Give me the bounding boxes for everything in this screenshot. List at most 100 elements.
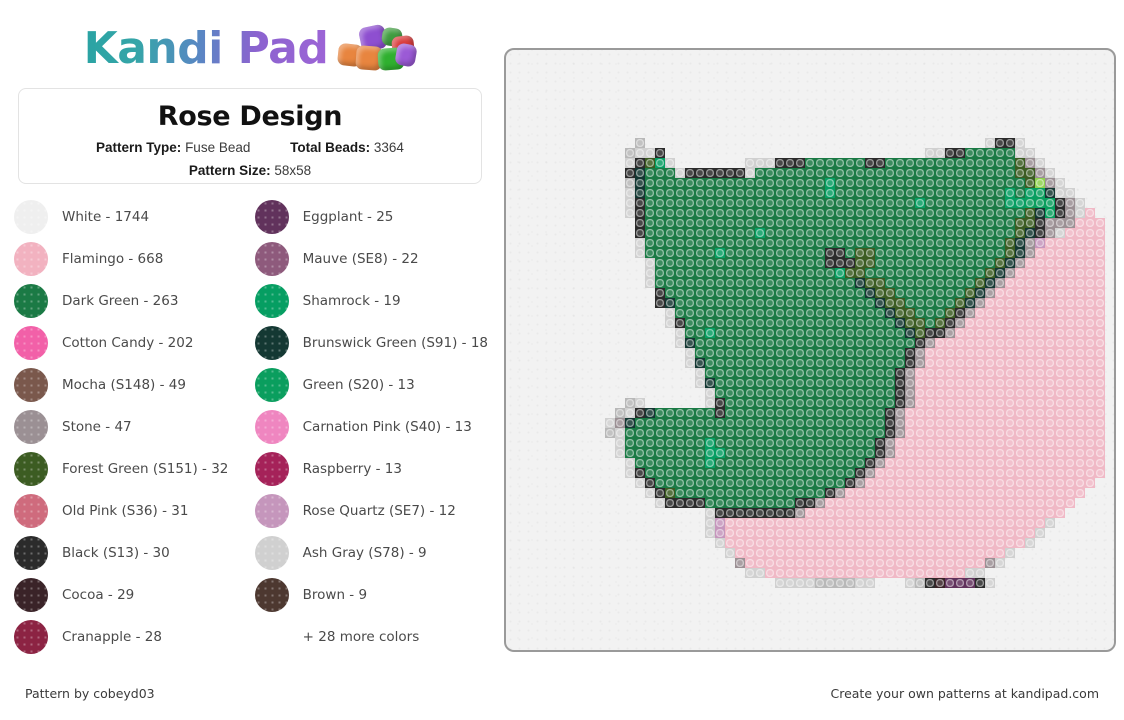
- bead-cell[interactable]: [715, 368, 725, 378]
- bead-cell[interactable]: [975, 308, 985, 318]
- bead-cell[interactable]: [835, 438, 845, 448]
- bead-cell[interactable]: [1005, 208, 1015, 218]
- bead-cell[interactable]: [855, 398, 865, 408]
- bead-cell[interactable]: [1085, 478, 1095, 488]
- bead-cell[interactable]: [965, 518, 975, 528]
- bead-cell[interactable]: [725, 208, 735, 218]
- bead-cell[interactable]: [805, 518, 815, 528]
- bead-cell[interactable]: [865, 428, 875, 438]
- bead-cell[interactable]: [1095, 238, 1105, 248]
- bead-cell[interactable]: [975, 268, 985, 278]
- bead-cell[interactable]: [1045, 268, 1055, 278]
- bead-cell[interactable]: [855, 328, 865, 338]
- bead-cell[interactable]: [915, 508, 925, 518]
- bead-cell[interactable]: [1055, 448, 1065, 458]
- legend-item[interactable]: Cocoa - 29: [14, 574, 247, 616]
- bead-cell[interactable]: [955, 158, 965, 168]
- bead-cell[interactable]: [905, 338, 915, 348]
- bead-cell[interactable]: [975, 218, 985, 228]
- bead-cell[interactable]: [775, 568, 785, 578]
- bead-cell[interactable]: [1025, 498, 1035, 508]
- bead-cell[interactable]: [715, 448, 725, 458]
- bead-cell[interactable]: [855, 198, 865, 208]
- bead-cell[interactable]: [715, 458, 725, 468]
- bead-cell[interactable]: [765, 368, 775, 378]
- bead-cell[interactable]: [1095, 428, 1105, 438]
- legend-item[interactable]: Old Pink (S36) - 31: [14, 490, 247, 532]
- bead-cell[interactable]: [705, 408, 715, 418]
- bead-cell[interactable]: [785, 428, 795, 438]
- bead-cell[interactable]: [1085, 338, 1095, 348]
- bead-cell[interactable]: [1055, 278, 1065, 288]
- bead-cell[interactable]: [1015, 448, 1025, 458]
- bead-cell[interactable]: [955, 338, 965, 348]
- bead-cell[interactable]: [885, 518, 895, 528]
- bead-cell[interactable]: [915, 568, 925, 578]
- bead-cell[interactable]: [655, 428, 665, 438]
- bead-cell[interactable]: [785, 248, 795, 258]
- bead-cell[interactable]: [905, 158, 915, 168]
- bead-cell[interactable]: [625, 198, 635, 208]
- bead-cell[interactable]: [995, 298, 1005, 308]
- bead-cell[interactable]: [1095, 458, 1105, 468]
- bead-cell[interactable]: [805, 238, 815, 248]
- bead-cell[interactable]: [715, 208, 725, 218]
- bead-cell[interactable]: [835, 188, 845, 198]
- bead-cell[interactable]: [955, 538, 965, 548]
- bead-cell[interactable]: [1025, 488, 1035, 498]
- bead-cell[interactable]: [815, 568, 825, 578]
- bead-cell[interactable]: [1005, 398, 1015, 408]
- bead-cell[interactable]: [915, 308, 925, 318]
- bead-cell[interactable]: [955, 318, 965, 328]
- bead-cell[interactable]: [745, 318, 755, 328]
- bead-cell[interactable]: [965, 308, 975, 318]
- bead-cell[interactable]: [885, 318, 895, 328]
- bead-cell[interactable]: [905, 198, 915, 208]
- bead-cell[interactable]: [645, 158, 655, 168]
- bead-cell[interactable]: [935, 258, 945, 268]
- bead-cell[interactable]: [835, 248, 845, 258]
- bead-cell[interactable]: [895, 568, 905, 578]
- bead-cell[interactable]: [765, 258, 775, 268]
- bead-cell[interactable]: [655, 238, 665, 248]
- bead-cell[interactable]: [925, 418, 935, 428]
- bead-cell[interactable]: [795, 568, 805, 578]
- bead-cell[interactable]: [785, 288, 795, 298]
- bead-cell[interactable]: [905, 498, 915, 508]
- bead-cell[interactable]: [795, 498, 805, 508]
- legend-item[interactable]: Cranapple - 28: [14, 616, 247, 658]
- bead-cell[interactable]: [935, 448, 945, 458]
- bead-cell[interactable]: [835, 328, 845, 338]
- bead-cell[interactable]: [705, 518, 715, 528]
- bead-cell[interactable]: [705, 388, 715, 398]
- bead-cell[interactable]: [945, 498, 955, 508]
- bead-cell[interactable]: [735, 528, 745, 538]
- bead-cell[interactable]: [955, 308, 965, 318]
- bead-cell[interactable]: [825, 258, 835, 268]
- legend-item[interactable]: Brunswick Green (S91) - 18: [254, 322, 488, 364]
- bead-cell[interactable]: [1005, 378, 1015, 388]
- bead-cell[interactable]: [755, 178, 765, 188]
- bead-cell[interactable]: [795, 208, 805, 218]
- bead-cell[interactable]: [915, 358, 925, 368]
- bead-cell[interactable]: [725, 518, 735, 528]
- bead-cell[interactable]: [1035, 188, 1045, 198]
- bead-cell[interactable]: [935, 468, 945, 478]
- bead-cell[interactable]: [975, 478, 985, 488]
- bead-cell[interactable]: [675, 448, 685, 458]
- bead-cell[interactable]: [995, 348, 1005, 358]
- bead-cell[interactable]: [895, 418, 905, 428]
- bead-cell[interactable]: [945, 268, 955, 278]
- bead-cell[interactable]: [715, 528, 725, 538]
- bead-cell[interactable]: [665, 268, 675, 278]
- bead-cell[interactable]: [825, 158, 835, 168]
- bead-cell[interactable]: [855, 428, 865, 438]
- bead-cell[interactable]: [935, 578, 945, 588]
- legend-item[interactable]: Mauve (SE8) - 22: [254, 238, 488, 280]
- bead-cell[interactable]: [1025, 508, 1035, 518]
- bead-cell[interactable]: [805, 578, 815, 588]
- bead-cell[interactable]: [775, 178, 785, 188]
- bead-cell[interactable]: [695, 328, 705, 338]
- bead-cell[interactable]: [655, 298, 665, 308]
- bead-cell[interactable]: [985, 148, 995, 158]
